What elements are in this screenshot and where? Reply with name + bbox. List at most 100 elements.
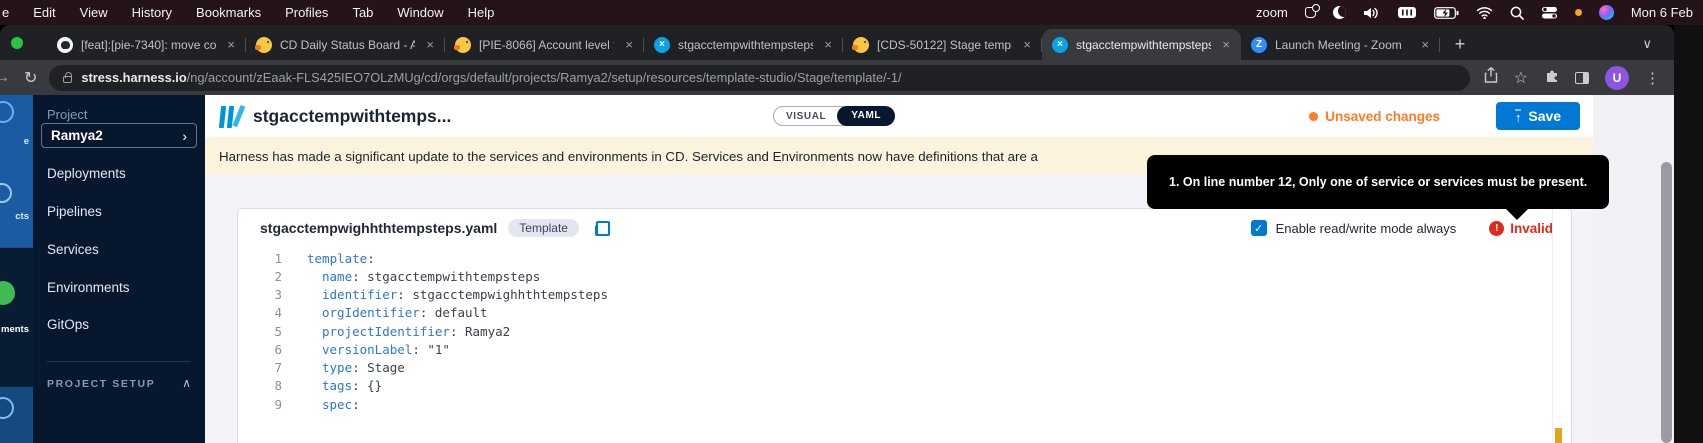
copy-icon[interactable]	[595, 221, 610, 236]
yaml-editor[interactable]: 1template: 2name: stgacctempwithtempstep…	[238, 247, 1571, 443]
duck-icon	[455, 37, 471, 53]
sidebar-item-deployments[interactable]: Deployments	[47, 166, 126, 181]
menu-history[interactable]: History	[132, 5, 172, 20]
tab-close-icon[interactable]: ×	[1020, 37, 1034, 52]
tab-title: [feat]:[pie-7340]: move co	[81, 38, 216, 52]
tab-title: Launch Meeting - Zoom	[1275, 38, 1410, 52]
side-panel-icon[interactable]	[1575, 72, 1589, 84]
siri-icon[interactable]	[1599, 5, 1614, 21]
menu-tab[interactable]: Tab	[352, 5, 373, 20]
page-title: stgacctempwithtemps...	[253, 106, 451, 127]
project-label: Project	[47, 107, 87, 122]
readwrite-label[interactable]: Enable read/write mode always	[1276, 221, 1457, 236]
browser-tab-zoom[interactable]: Z Launch Meeting - Zoom ×	[1241, 29, 1440, 60]
desktop-background-strip	[1674, 25, 1703, 443]
sidebar-item-pipelines[interactable]: Pipelines	[47, 204, 102, 219]
toolbar-right-icons: ☆ U ⋮	[1484, 66, 1660, 90]
url-domain: stress.harness.io	[81, 70, 186, 85]
sidebar-item-gitops[interactable]: GitOps	[47, 317, 89, 332]
browser-menu-dots-icon[interactable]: ⋮	[1645, 69, 1660, 87]
readwrite-checkbox[interactable]: ✓	[1251, 220, 1267, 236]
menu-profiles[interactable]: Profiles	[285, 5, 328, 20]
template-studio-header: stgacctempwithtemps... VISUAL YAML Unsav…	[205, 95, 1593, 137]
yaml-card-header: stgacctempwighhthtempsteps.yaml Template…	[238, 209, 1571, 247]
brew-update-icon[interactable]	[1305, 5, 1316, 21]
project-selector[interactable]: Ramya2 ›	[41, 123, 197, 148]
cleanshot-crescent-icon[interactable]	[1333, 5, 1346, 21]
lock-icon[interactable]	[63, 76, 72, 83]
new-tab-button[interactable]: +	[1446, 30, 1474, 58]
browser-tab-status-board[interactable]: CD Daily Status Board - Ag ×	[246, 29, 445, 60]
browser-tabstrip: [feat]:[pie-7340]: move co × CD Daily St…	[0, 25, 1674, 60]
share-icon[interactable]	[1484, 67, 1498, 88]
sidebar-divider	[47, 361, 191, 362]
tab-close-icon[interactable]: ×	[423, 37, 437, 52]
extensions-puzzle-icon[interactable]	[1544, 68, 1559, 88]
chevron-up-icon[interactable]: ∧	[182, 376, 191, 390]
yaml-line: 5projectIdentifier: Ramya2	[238, 322, 1571, 340]
chevron-right-icon: ›	[182, 128, 187, 144]
tab-title: stgacctempwithtempsteps	[1076, 38, 1211, 52]
tab-search-chevron-icon[interactable]: ∨	[1642, 36, 1652, 52]
yaml-line: 1template:	[238, 249, 1571, 267]
menu-bookmarks[interactable]: Bookmarks	[196, 5, 261, 20]
menubar-clock[interactable]: Mon 6 Feb	[1631, 5, 1693, 20]
profile-avatar[interactable]: U	[1605, 66, 1629, 90]
browser-tab-pie-8066[interactable]: [PIE-8066] Account level t ×	[445, 29, 644, 60]
browser-tab-github-pr[interactable]: [feat]:[pie-7340]: move co ×	[47, 29, 246, 60]
template-badge: Template	[508, 219, 579, 237]
invalid-status[interactable]: ! Invalid	[1489, 221, 1553, 236]
yaml-line: 8tags: {}	[238, 377, 1571, 395]
menubar-menus: e Edit View History Bookmarks Profiles T…	[2, 5, 494, 20]
menu-help[interactable]: Help	[468, 5, 495, 20]
toggle-yaml[interactable]: YAML	[837, 106, 895, 126]
reload-icon[interactable]: ↻	[24, 68, 37, 88]
zoom-menu-item[interactable]: zoom	[1256, 5, 1288, 20]
save-button[interactable]: ↑Save	[1496, 102, 1580, 130]
keyboard-icon[interactable]	[1397, 5, 1417, 21]
tab-close-icon[interactable]: ×	[622, 37, 636, 52]
harness-app: e cts ments Project Ramya2 › Deployments…	[0, 95, 1674, 443]
battery-charging-icon[interactable]	[1434, 5, 1459, 21]
sidebar-item-services[interactable]: Services	[47, 242, 99, 257]
readwrite-toggle-group: ✓ Enable read/write mode always	[1251, 220, 1457, 236]
url-text: stress.harness.io/ng/account/zEaak-FLS42…	[81, 70, 901, 85]
duck-icon	[256, 37, 272, 53]
home-module-label: e	[24, 136, 29, 147]
menubar-status-area: zoom Mon 6 Feb	[1256, 5, 1693, 21]
spotlight-icon[interactable]	[1510, 5, 1524, 21]
harness-favicon: ×	[654, 37, 670, 53]
browser-tab-active-harness[interactable]: × stgacctempwithtempsteps ×	[1042, 29, 1241, 60]
browser-window: [feat]:[pie-7340]: move co × CD Daily St…	[0, 25, 1674, 443]
deployments-module-icon[interactable]	[0, 281, 15, 305]
control-center-icon[interactable]	[1541, 5, 1558, 21]
browser-tab-cds-50122[interactable]: [CDS-50122] Stage templa ×	[843, 29, 1042, 60]
forward-arrow-icon[interactable]: →	[0, 69, 10, 87]
github-icon	[57, 37, 73, 53]
volume-icon[interactable]	[1363, 5, 1380, 21]
browser-tab-harness-1[interactable]: × stgacctempwithtempsteps ×	[644, 29, 843, 60]
sidebar-item-environments[interactable]: Environments	[47, 280, 130, 295]
tab-close-icon[interactable]: ×	[821, 37, 835, 52]
tab-close-icon[interactable]: ×	[1418, 37, 1432, 52]
tab-title: stgacctempwithtempsteps	[678, 38, 813, 52]
tab-title: [CDS-50122] Stage templa	[877, 38, 1012, 52]
wifi-icon[interactable]	[1476, 5, 1493, 21]
visual-yaml-toggle[interactable]: VISUAL YAML	[773, 106, 895, 126]
window-control-green[interactable]	[11, 37, 23, 49]
menu-view[interactable]: View	[80, 5, 108, 20]
module-nav-strip: e cts ments	[0, 95, 33, 443]
project-sidebar: Project Ramya2 › Deployments Pipelines S…	[33, 95, 205, 443]
yaml-filename: stgacctempwighhthtempsteps.yaml	[260, 220, 497, 236]
bookmark-star-icon[interactable]: ☆	[1514, 68, 1528, 88]
address-bar[interactable]: stress.harness.io/ng/account/zEaak-FLS42…	[49, 65, 1469, 91]
menu-app-partial[interactable]: e	[2, 5, 9, 20]
invalid-label: Invalid	[1510, 221, 1553, 236]
sidebar-section-project-setup[interactable]: PROJECT SETUP	[47, 378, 155, 390]
page-scrollbar-thumb[interactable]	[1661, 162, 1672, 443]
menu-window[interactable]: Window	[397, 5, 443, 20]
menu-edit[interactable]: Edit	[33, 5, 55, 20]
toggle-visual[interactable]: VISUAL	[774, 111, 838, 122]
tab-close-icon[interactable]: ×	[1219, 37, 1233, 52]
tab-close-icon[interactable]: ×	[224, 37, 238, 52]
